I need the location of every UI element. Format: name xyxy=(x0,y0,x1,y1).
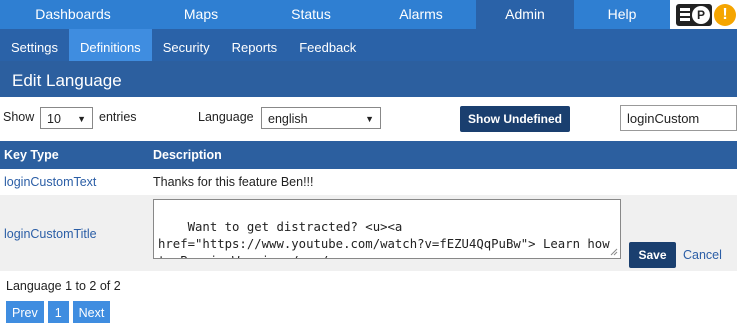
subnav-settings[interactable]: Settings xyxy=(0,29,69,61)
p-badge-letter: P xyxy=(692,6,710,24)
tab-help[interactable]: Help xyxy=(574,0,670,29)
resize-handle-icon[interactable] xyxy=(610,248,618,256)
warning-icon[interactable]: ! xyxy=(714,4,736,26)
tab-status[interactable]: Status xyxy=(256,0,366,29)
main-tabs: Dashboards Maps Status Alarms Admin Help xyxy=(0,0,670,29)
show-undefined-button[interactable]: Show Undefined xyxy=(460,106,570,132)
prev-button[interactable]: Prev xyxy=(6,301,44,323)
status-area: P ! xyxy=(676,4,736,26)
table-header: Key Type Description xyxy=(0,141,737,169)
server-status-icon[interactable]: P xyxy=(676,4,712,26)
tab-alarms[interactable]: Alarms xyxy=(366,0,476,29)
top-nav: Dashboards Maps Status Alarms Admin Help… xyxy=(0,0,737,29)
subnav-reports[interactable]: Reports xyxy=(221,29,289,61)
server-bars-icon xyxy=(680,8,690,22)
sub-nav: Settings Definitions Security Reports Fe… xyxy=(0,29,737,61)
page-title: Edit Language xyxy=(12,71,122,90)
entries-value: 10 xyxy=(47,112,61,126)
search-input[interactable]: loginCustom xyxy=(620,105,737,131)
tab-maps[interactable]: Maps xyxy=(146,0,256,29)
subnav-feedback[interactable]: Feedback xyxy=(288,29,367,61)
description-text[interactable]: Thanks for this feature Ben!!! xyxy=(153,175,314,189)
table-row-editing: loginCustomTitle Want to get distracted?… xyxy=(0,195,737,271)
column-description[interactable]: Description xyxy=(153,148,222,162)
key-link[interactable]: loginCustomText xyxy=(4,175,96,189)
subnav-security[interactable]: Security xyxy=(152,29,221,61)
show-label: Show xyxy=(3,110,35,124)
entries-select[interactable]: 10 ▼ xyxy=(40,107,93,129)
textarea-content: Want to get distracted? <u><a href="http… xyxy=(158,220,610,258)
tab-dashboards[interactable]: Dashboards xyxy=(0,0,146,29)
cancel-link[interactable]: Cancel xyxy=(683,248,722,262)
entries-label: entries xyxy=(99,110,137,124)
language-select[interactable]: english ▼ xyxy=(261,107,381,129)
language-value: english xyxy=(268,112,308,126)
language-label: Language xyxy=(198,110,254,124)
next-button[interactable]: Next xyxy=(72,301,111,323)
save-button[interactable]: Save xyxy=(629,242,676,268)
page-1-button[interactable]: 1 xyxy=(47,301,69,323)
table-info: Language 1 to 2 of 2 xyxy=(6,279,121,293)
column-key-type[interactable]: Key Type xyxy=(4,148,59,162)
pagination: Prev 1 Next xyxy=(6,301,114,323)
table-controls: Show 10 ▼ entries Language english ▼ Sho… xyxy=(0,97,737,141)
section-header: Edit Language xyxy=(0,61,737,97)
tab-admin[interactable]: Admin xyxy=(476,0,574,29)
chevron-down-icon: ▼ xyxy=(77,114,86,124)
table-row: loginCustomText Thanks for this feature … xyxy=(0,169,737,195)
chevron-down-icon: ▼ xyxy=(365,114,374,124)
subnav-definitions[interactable]: Definitions xyxy=(68,29,152,61)
key-link[interactable]: loginCustomTitle xyxy=(4,227,97,241)
description-textarea[interactable]: Want to get distracted? <u><a href="http… xyxy=(153,199,621,259)
